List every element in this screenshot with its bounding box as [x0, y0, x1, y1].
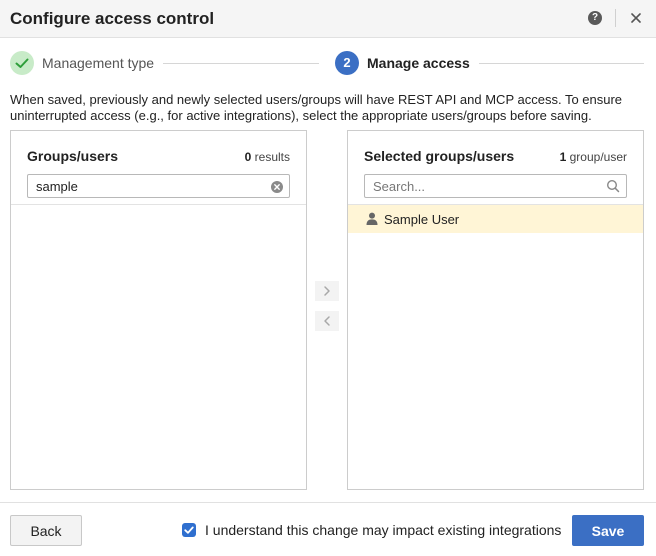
- list-item-label: Sample User: [384, 212, 460, 227]
- selected-search-input[interactable]: Search...: [364, 174, 627, 198]
- save-button[interactable]: Save: [572, 515, 644, 546]
- checkmark-icon: [15, 58, 29, 68]
- user-icon: [366, 212, 378, 225]
- step-2-label: Manage access: [367, 55, 470, 71]
- selected-count-suffix: group/user: [566, 150, 627, 164]
- list-item[interactable]: Sample User: [348, 205, 643, 233]
- dialog-title: Configure access control: [10, 9, 215, 28]
- help-icon[interactable]: ?: [588, 11, 602, 25]
- chevron-left-icon: [324, 316, 330, 326]
- selected-groups-panel: Selected groups/users 1 group/user Searc…: [347, 130, 644, 490]
- access-control-dialog: Configure access control ? Management ty…: [0, 0, 656, 556]
- step-indicator: Management type 2 Manage access: [0, 38, 656, 90]
- clear-icon[interactable]: [271, 180, 283, 193]
- acknowledge-label[interactable]: I understand this change may impact exis…: [205, 522, 561, 538]
- step-connector: [163, 63, 319, 64]
- groups-search-input[interactable]: sample: [27, 174, 290, 198]
- chevron-right-icon: [324, 286, 330, 296]
- panel-divider: [11, 204, 306, 205]
- info-message: When saved, previously and newly selecte…: [10, 92, 623, 123]
- footer-divider: [0, 502, 656, 503]
- acknowledge-checkbox[interactable]: [182, 523, 196, 537]
- search-input-value[interactable]: sample: [36, 179, 78, 194]
- back-button[interactable]: Back: [10, 515, 82, 546]
- header-divider: [615, 9, 616, 27]
- checkmark-icon: [184, 526, 194, 534]
- panel-title: Selected groups/users: [364, 148, 515, 164]
- results-count-suffix: results: [251, 150, 290, 164]
- available-groups-panel: Groups/users 0 results sample: [10, 130, 307, 490]
- step-2-number: 2: [335, 51, 359, 75]
- step-1-label: Management type: [42, 55, 155, 71]
- panel-title: Groups/users: [27, 148, 119, 164]
- move-right-button[interactable]: [315, 281, 339, 301]
- step-1-completed: [10, 51, 34, 75]
- selected-count: 1 group/user: [560, 150, 627, 164]
- search-placeholder[interactable]: Search...: [373, 179, 425, 194]
- search-icon: [606, 179, 620, 193]
- dialog-header: Configure access control ?: [0, 0, 656, 38]
- move-left-button[interactable]: [315, 311, 339, 331]
- step-connector-trailing: [479, 63, 644, 64]
- close-icon[interactable]: [627, 9, 645, 27]
- results-count: 0 results: [245, 150, 290, 164]
